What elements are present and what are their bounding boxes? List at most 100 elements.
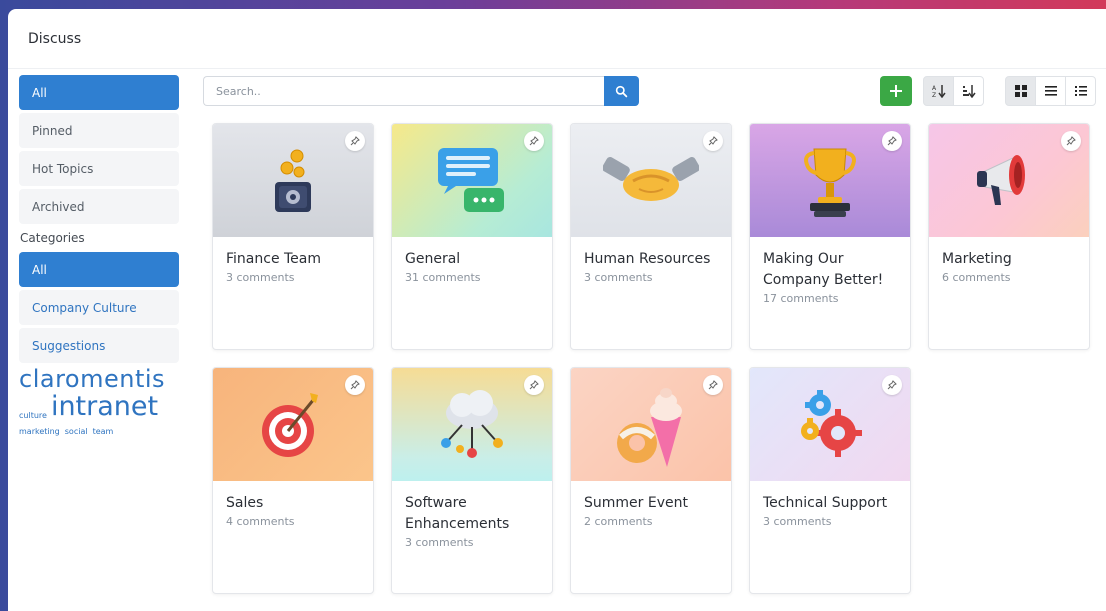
filter-hot-topics[interactable]: Hot Topics: [19, 151, 179, 186]
detail-list-icon: [1074, 86, 1087, 96]
search-input[interactable]: [203, 76, 604, 106]
topic-card-human-resources[interactable]: Human Resources 3 comments: [570, 123, 732, 350]
card-title[interactable]: Human Resources: [584, 249, 718, 270]
topic-card-making-our-company-better[interactable]: Making Our Company Better! 17 comments: [749, 123, 911, 350]
pin-icon: [708, 380, 718, 390]
title-bar: Discuss: [8, 9, 1106, 69]
card-comments: 4 comments: [226, 515, 295, 528]
gears-icon: [801, 389, 862, 457]
pin-button[interactable]: [524, 131, 544, 151]
svg-text:Z: Z: [932, 92, 936, 98]
card-image: [571, 124, 731, 237]
card-image: [213, 368, 373, 481]
pin-button[interactable]: [345, 131, 365, 151]
card-title[interactable]: Marketing: [942, 249, 1076, 270]
card-title[interactable]: Technical Support: [763, 493, 897, 514]
topic-card-finance-team[interactable]: Finance Team 3 comments: [212, 123, 374, 350]
card-comments: 31 comments: [405, 271, 481, 284]
tag-team[interactable]: team: [93, 428, 114, 436]
filter-all[interactable]: All: [19, 75, 179, 110]
discuss-window: Discuss All Pinned Hot Topics Archived C…: [8, 9, 1106, 611]
pin-icon: [887, 136, 897, 146]
card-image: [392, 124, 552, 237]
safe-coins-icon: [275, 149, 311, 212]
ice-cream-donut-icon: [617, 387, 682, 467]
card-title[interactable]: Finance Team: [226, 249, 360, 270]
topic-card-sales[interactable]: Sales 4 comments: [212, 367, 374, 594]
tag-culture[interactable]: culture: [19, 412, 47, 420]
list-view-button[interactable]: [1035, 76, 1066, 106]
target-icon: [262, 392, 318, 457]
view-group: [1005, 76, 1096, 106]
sort-numeric-icon: [962, 85, 976, 98]
pin-icon: [529, 380, 539, 390]
tag-claromentis[interactable]: claromentis: [19, 367, 179, 391]
category-company-culture[interactable]: Company Culture: [19, 290, 179, 325]
card-image: [392, 368, 552, 481]
pin-icon: [529, 136, 539, 146]
pin-icon: [887, 380, 897, 390]
grid-view-button[interactable]: [1005, 76, 1036, 106]
add-topic-button[interactable]: [880, 76, 912, 106]
svg-text:A: A: [932, 85, 937, 92]
card-comments: 6 comments: [942, 271, 1011, 284]
card-comments: 3 comments: [226, 271, 295, 284]
cloud-network-icon: [441, 389, 503, 458]
card-comments: 3 comments: [584, 271, 653, 284]
topic-card-software-enhancements[interactable]: Software Enhancements 3 comments: [391, 367, 553, 594]
search-bar: [203, 76, 639, 106]
megaphone-icon: [977, 154, 1025, 205]
card-comments: 17 comments: [763, 292, 839, 305]
card-image: [571, 368, 731, 481]
search-icon: [615, 85, 628, 97]
tag-intranet[interactable]: intranet: [51, 393, 158, 420]
card-title[interactable]: Making Our Company Better!: [763, 249, 897, 291]
topic-card-general[interactable]: General 31 comments: [391, 123, 553, 350]
grid-view-icon: [1014, 85, 1027, 97]
pin-button[interactable]: [703, 131, 723, 151]
sort-group: A Z: [923, 76, 984, 106]
plus-icon: [890, 85, 902, 97]
search-button[interactable]: [604, 76, 639, 106]
tag-marketing[interactable]: marketing: [19, 428, 60, 436]
detail-list-button[interactable]: [1065, 76, 1096, 106]
card-title[interactable]: Software Enhancements: [405, 493, 539, 535]
card-comments: 2 comments: [584, 515, 653, 528]
tag-social[interactable]: social: [65, 428, 88, 436]
card-comments: 3 comments: [405, 536, 474, 549]
pin-button[interactable]: [703, 375, 723, 395]
category-all[interactable]: All: [19, 252, 179, 287]
topic-card-marketing[interactable]: Marketing 6 comments: [928, 123, 1090, 350]
card-title[interactable]: Summer Event: [584, 493, 718, 514]
card-title[interactable]: Sales: [226, 493, 360, 514]
pin-button[interactable]: [882, 131, 902, 151]
pin-button[interactable]: [524, 375, 544, 395]
handshake-icon: [603, 156, 699, 201]
pin-icon: [350, 136, 360, 146]
card-image: [213, 124, 373, 237]
card-image: [750, 124, 910, 237]
pin-icon: [350, 380, 360, 390]
toolbar: A Z: [203, 76, 1106, 106]
filter-pinned[interactable]: Pinned: [19, 113, 179, 148]
sort-alpha-icon: A Z: [932, 85, 946, 98]
card-image: [929, 124, 1089, 237]
categories-header: Categories: [20, 231, 85, 245]
category-suggestions[interactable]: Suggestions: [19, 328, 179, 363]
page-title: Discuss: [28, 31, 82, 47]
trophy-icon: [804, 148, 856, 217]
pin-icon: [1066, 136, 1076, 146]
topic-card-technical-support[interactable]: Technical Support 3 comments: [749, 367, 911, 594]
card-title[interactable]: General: [405, 249, 539, 270]
pin-button[interactable]: [882, 375, 902, 395]
card-comments: 3 comments: [763, 515, 832, 528]
sort-numeric-button[interactable]: [953, 76, 984, 106]
sidebar: All Pinned Hot Topics Archived Categorie…: [19, 75, 179, 436]
pin-icon: [708, 136, 718, 146]
topic-card-summer-event[interactable]: Summer Event 2 comments: [570, 367, 732, 594]
sort-alpha-button[interactable]: A Z: [923, 76, 954, 106]
pin-button[interactable]: [1061, 131, 1081, 151]
pin-button[interactable]: [345, 375, 365, 395]
filter-archived[interactable]: Archived: [19, 189, 179, 224]
card-image: [750, 368, 910, 481]
